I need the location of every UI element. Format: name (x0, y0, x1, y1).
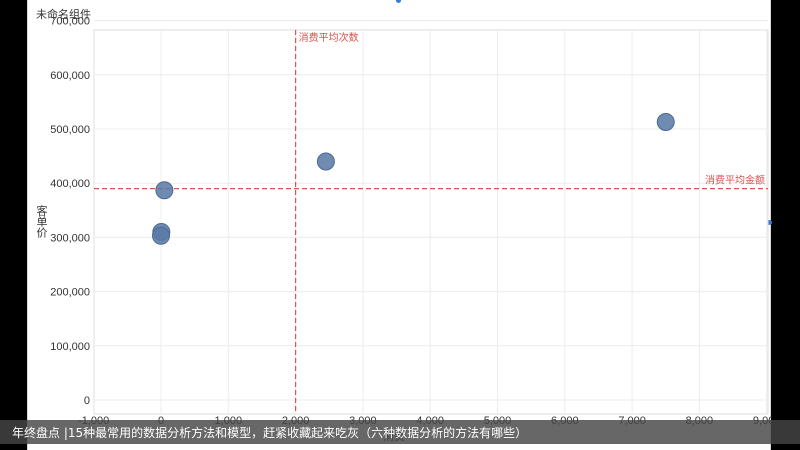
y-tick-label: 400,000 (50, 178, 90, 190)
reference-label-x: 消费平均次数 (299, 31, 359, 44)
caption-text: 年终盘点 |15种最常用的数据分析方法和模型，赶紧收藏起来吃灰（六种数据分析的方… (12, 426, 528, 440)
y-tick-label: 600,000 (50, 70, 90, 82)
data-point[interactable] (152, 226, 170, 245)
y-tick-label: 0 (84, 395, 90, 407)
chart-widget[interactable]: 未命名组件 0 100,000 200,000 300,000 400,000 500,0… (27, 0, 772, 450)
scatter-chart: 0 100,000 200,000 300,000 400,000 500,000 600,… (35, 16, 772, 443)
y-tick-label: 500,000 (50, 124, 90, 136)
y-axis-ticks: 0 100,000 200,000 300,000 400,000 500,000 600,… (50, 16, 90, 407)
plot-area (93, 29, 769, 415)
y-tick-label: 700,000 (50, 16, 90, 28)
data-point[interactable] (316, 152, 335, 171)
y-tick-label: 100,000 (50, 341, 90, 353)
y-axis-label: 客单价 (35, 204, 48, 238)
data-point[interactable] (155, 181, 174, 200)
y-tick-label: 300,000 (50, 232, 90, 244)
reference-label-y: 消费平均金额 (705, 174, 765, 187)
y-tick-label: 200,000 (50, 287, 90, 299)
data-point[interactable] (656, 112, 675, 131)
caption-bar: 年终盘点 |15种最常用的数据分析方法和模型，赶紧收藏起来吃灰（六种数据分析的方… (0, 420, 800, 444)
